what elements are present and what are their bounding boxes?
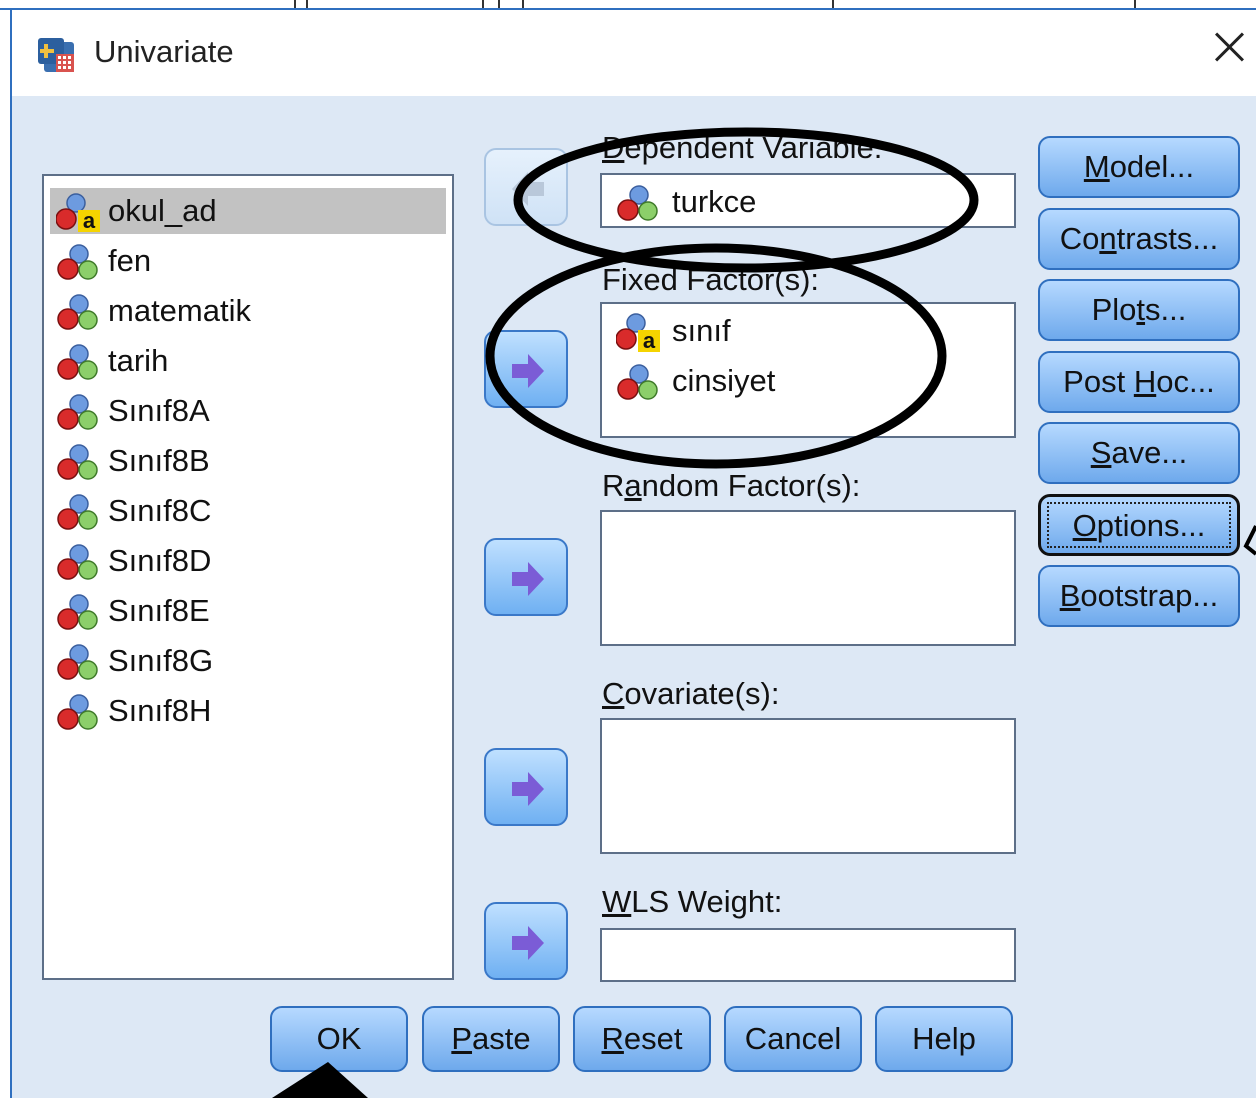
plots-button[interactable]: Plots...	[1038, 279, 1240, 341]
univariate-dialog: Univariate a okul_adfen matematik tarih Sını…	[10, 10, 1256, 1098]
scale-variable-icon	[56, 442, 102, 482]
variable-label: Sınıf8G	[108, 643, 214, 678]
variable-item[interactable]: tarih	[50, 338, 446, 384]
random-factors-label: Random Factor(s):	[602, 468, 861, 503]
variable-label: Sınıf8C	[108, 493, 212, 528]
variable-item[interactable]: matematik	[50, 288, 446, 334]
covariates-box[interactable]	[600, 718, 1016, 854]
random-factors-box[interactable]	[600, 510, 1016, 646]
variable-item[interactable]: fen	[50, 238, 446, 284]
variable-label: Sınıf8D	[108, 543, 212, 578]
variable-label: Sınıf8E	[108, 593, 210, 628]
nominal-string-variable-icon: a	[55, 192, 102, 233]
variable-label: matematik	[108, 293, 251, 328]
wls-weight-label: WLS Weight:	[602, 884, 783, 919]
nominal-string-variable-icon: a	[615, 312, 662, 353]
scale-variable-icon	[56, 642, 102, 682]
scale-variable-icon	[56, 342, 102, 382]
dependent-variable-label: Dependent Variable:	[602, 130, 883, 165]
options-button[interactable]: Options...	[1038, 493, 1240, 556]
fixed-factors-label: Fixed Factor(s):	[602, 262, 820, 297]
variable-label: Sınıf8H	[108, 693, 212, 728]
scale-variable-icon	[56, 592, 102, 632]
scale-variable-icon	[56, 542, 102, 582]
paste-button[interactable]: Paste	[422, 1006, 560, 1072]
spss-dialog-icon	[38, 38, 74, 72]
scale-variable-icon	[616, 183, 662, 223]
variable-item[interactable]: Sınıf8C	[50, 488, 446, 534]
window-title: Univariate	[94, 34, 234, 69]
assigned-variable-label: turkce	[672, 184, 757, 219]
scale-variable-icon	[616, 362, 662, 402]
close-icon[interactable]	[1208, 26, 1252, 70]
post-hoc-button[interactable]: Post Hoc...	[1038, 350, 1240, 413]
svg-text:a: a	[83, 208, 96, 232]
variable-label: Sınıf8A	[108, 393, 210, 428]
scale-variable-icon	[56, 492, 102, 532]
focus-ring: Options...	[1047, 501, 1231, 548]
variable-item[interactable]: Sınıf8E	[50, 588, 446, 634]
reset-button[interactable]: Reset	[573, 1006, 711, 1072]
variable-label: okul_ad	[108, 193, 217, 228]
scale-variable-icon	[56, 692, 102, 732]
contrasts-button[interactable]: Contrasts...	[1038, 207, 1240, 270]
svg-text:a: a	[643, 328, 656, 352]
move-to-wls-weight-button[interactable]	[484, 902, 568, 980]
source-variable-list[interactable]: a okul_adfen matematik tarih Sınıf8A Sınıf8B S…	[42, 174, 454, 980]
covariates-label: Covariate(s):	[602, 676, 780, 711]
variable-item[interactable]: a okul_ad	[50, 188, 446, 234]
variable-item[interactable]: Sınıf8A	[50, 388, 446, 434]
title-bar: Univariate	[12, 10, 1256, 96]
variable-label: Sınıf8B	[108, 443, 210, 478]
background-window-strip	[0, 0, 1256, 10]
move-arrow-icon	[512, 172, 544, 206]
ok-button[interactable]: OK	[270, 1006, 408, 1072]
move-to-covariates-button[interactable]	[484, 748, 568, 826]
bootstrap-button[interactable]: Bootstrap...	[1038, 565, 1240, 627]
wls-weight-box[interactable]	[600, 928, 1016, 982]
scale-variable-icon	[56, 392, 102, 432]
move-to-fixed-factors-button[interactable]	[484, 330, 568, 408]
dependent-variable-box[interactable]: turkce	[600, 173, 1016, 228]
assigned-variable-label: sınıf	[672, 313, 731, 348]
variable-label: tarih	[108, 343, 169, 378]
variable-item[interactable]: Sınıf8B	[50, 438, 446, 484]
save-button[interactable]: Save...	[1038, 422, 1240, 484]
variable-item[interactable]: Sınıf8H	[50, 688, 446, 734]
move-arrow-icon	[512, 562, 544, 596]
scale-variable-icon	[56, 292, 102, 332]
help-button[interactable]: Help	[875, 1006, 1013, 1072]
assigned-variable-label: cinsiyet	[672, 363, 776, 398]
move-arrow-icon	[512, 354, 544, 388]
fixed-factors-box[interactable]: a sınıf cinsiyet	[600, 302, 1016, 438]
model-button[interactable]: Model...	[1038, 136, 1240, 198]
scale-variable-icon	[56, 242, 102, 282]
cancel-button[interactable]: Cancel	[724, 1006, 862, 1072]
variable-item[interactable]: Sınıf8G	[50, 638, 446, 684]
move-to-dependent-button[interactable]	[484, 148, 568, 226]
variable-label: fen	[108, 243, 152, 278]
move-arrow-icon	[512, 926, 544, 960]
move-to-random-factors-button[interactable]	[484, 538, 568, 616]
variable-item[interactable]: Sınıf8D	[50, 538, 446, 584]
move-arrow-icon	[512, 772, 544, 806]
